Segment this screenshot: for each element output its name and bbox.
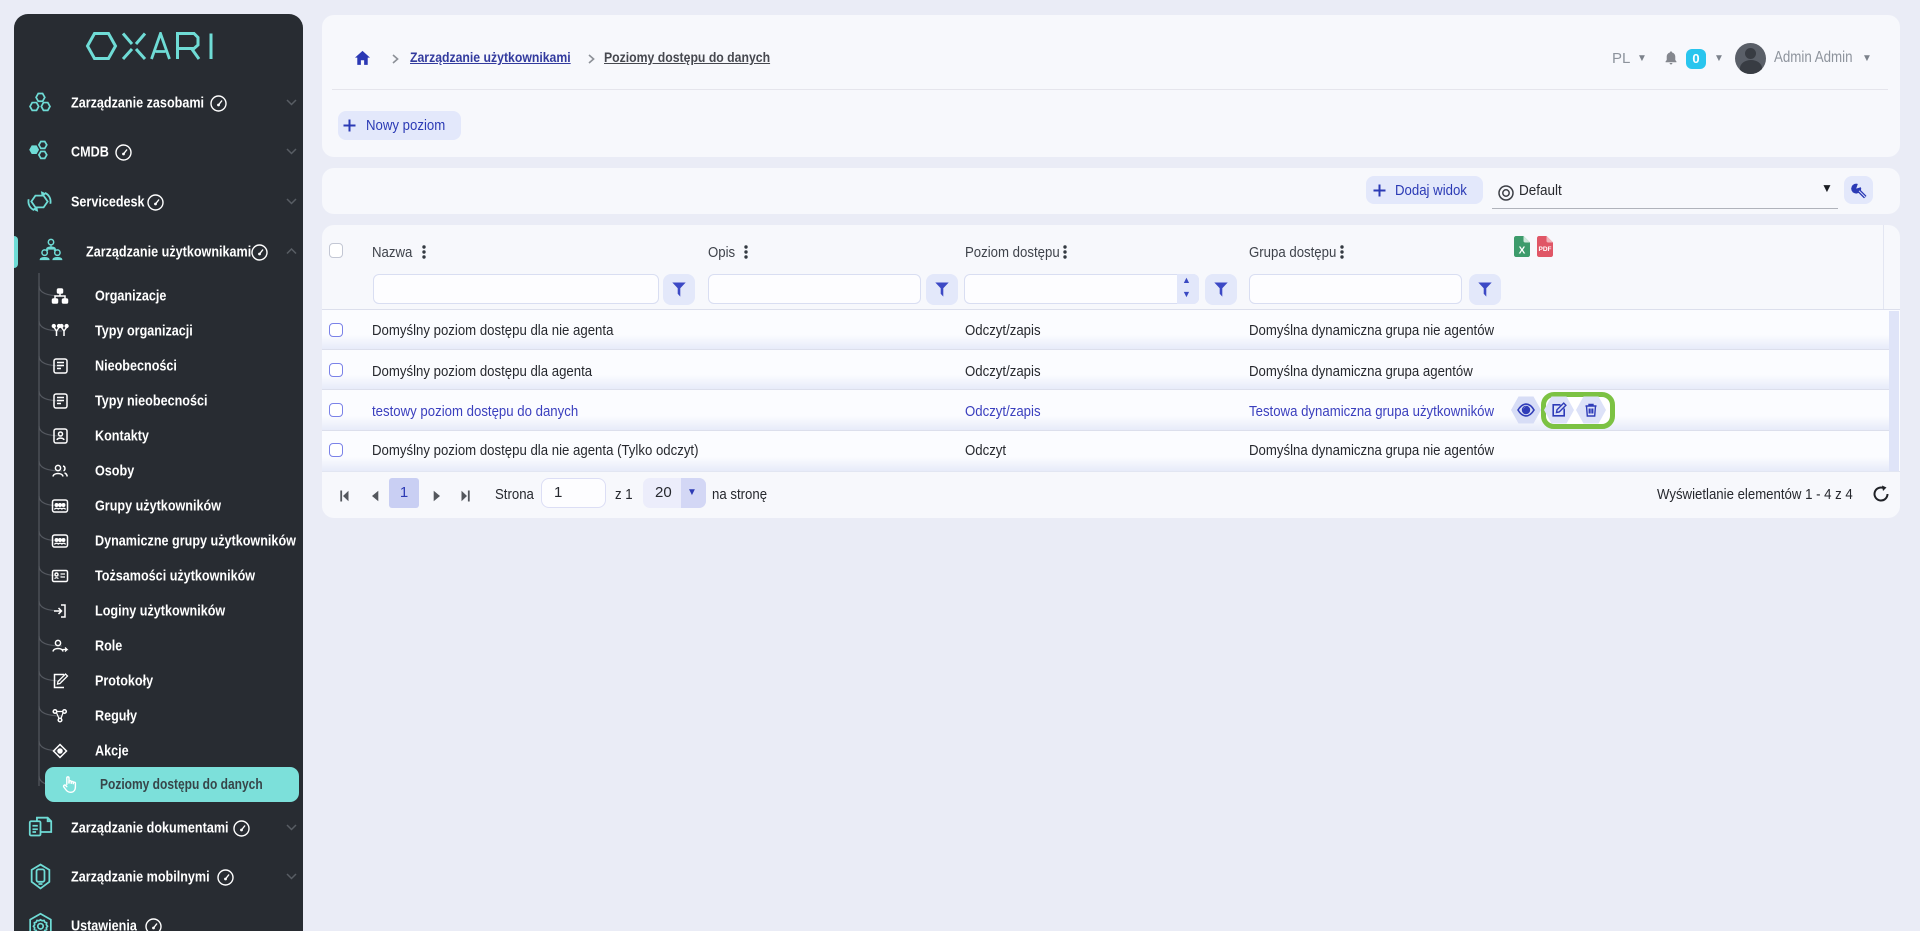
- svg-text:X: X: [1519, 246, 1526, 257]
- svg-text:PDF: PDF: [1539, 246, 1552, 253]
